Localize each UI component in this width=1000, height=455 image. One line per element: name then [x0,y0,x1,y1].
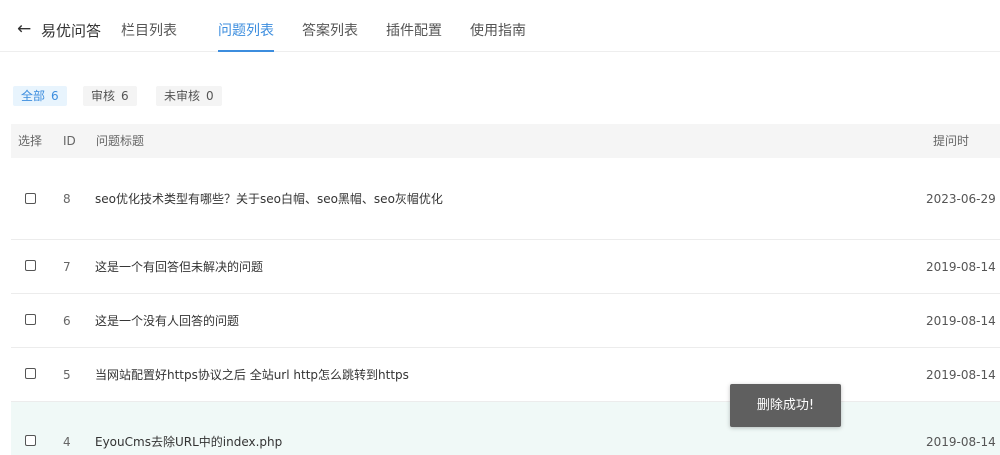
question-title[interactable]: 这是一个没有人回答的问题 [95,314,239,328]
filter-reviewed-label: 审核 [91,89,116,103]
column-header-select: 选择 [18,134,43,148]
filter-all-count: 6 [51,89,59,103]
success-toast: 删除成功! [730,384,841,427]
question-date: 2019-08-14 [926,368,996,382]
filter-all[interactable]: 全部 6 [13,86,67,106]
filter-reviewed-count: 6 [121,89,129,103]
app-title: 易优问答 [41,22,102,40]
filter-unreviewed[interactable]: 未审核 0 [156,86,222,106]
question-title[interactable]: seo优化技术类型有哪些？关于seo白帽、seo黑帽、seo灰帽优化 [95,192,443,206]
filter-unreviewed-label: 未审核 [164,89,201,103]
question-title[interactable]: 这是一个有回答但未解决的问题 [95,260,263,274]
question-id: 7 [63,260,71,274]
tab-question-list-label: 问题列表 [218,23,274,39]
table-header: 选择 ID 问题标题 提问时 [11,124,1000,158]
question-id: 5 [63,368,71,382]
question-title[interactable]: EyouCms去除URL中的index.php [95,435,282,449]
table-row[interactable]: 7 这是一个有回答但未解决的问题 2019-08-14 [11,240,1000,294]
table-row[interactable]: 6 这是一个没有人回答的问题 2019-08-14 [11,294,1000,348]
filter-all-label: 全部 [21,89,46,103]
question-date: 2023-06-29 [926,192,996,206]
question-id: 6 [63,314,71,328]
question-date: 2019-08-14 [926,435,996,449]
filter-unreviewed-count: 0 [206,89,214,103]
column-header-id: ID [63,134,76,148]
table-row[interactable]: 5 当网站配置好https协议之后 全站url http怎么跳转到https 2… [11,348,1000,402]
tab-answer-list[interactable]: 答案列表 [302,22,358,40]
row-checkbox[interactable] [25,260,36,271]
row-checkbox[interactable] [25,314,36,325]
row-checkbox[interactable] [25,368,36,379]
tab-category-list[interactable]: 栏目列表 [121,22,177,40]
active-tab-indicator [218,50,274,52]
top-nav: ← 易优问答 栏目列表 问题列表 答案列表 插件配置 使用指南 [0,0,1000,52]
tab-plugin-config[interactable]: 插件配置 [386,22,442,40]
row-checkbox[interactable] [25,193,36,204]
back-arrow-icon[interactable]: ← [17,20,31,38]
question-date: 2019-08-14 [926,260,996,274]
tab-question-list[interactable]: 问题列表 [218,22,274,52]
question-date: 2019-08-14 [926,314,996,328]
question-id: 4 [63,435,71,449]
tab-usage-guide[interactable]: 使用指南 [470,22,526,40]
column-header-title: 问题标题 [96,134,145,148]
row-checkbox[interactable] [25,435,36,446]
question-title[interactable]: 当网站配置好https协议之后 全站url http怎么跳转到https [95,368,409,382]
table-row[interactable]: 4 EyouCms去除URL中的index.php 2019-08-14 [11,402,1000,455]
table-row[interactable]: 8 seo优化技术类型有哪些？关于seo白帽、seo黑帽、seo灰帽优化 202… [11,158,1000,240]
column-header-time: 提问时 [933,134,970,148]
filter-reviewed[interactable]: 审核 6 [83,86,137,106]
question-id: 8 [63,192,71,206]
